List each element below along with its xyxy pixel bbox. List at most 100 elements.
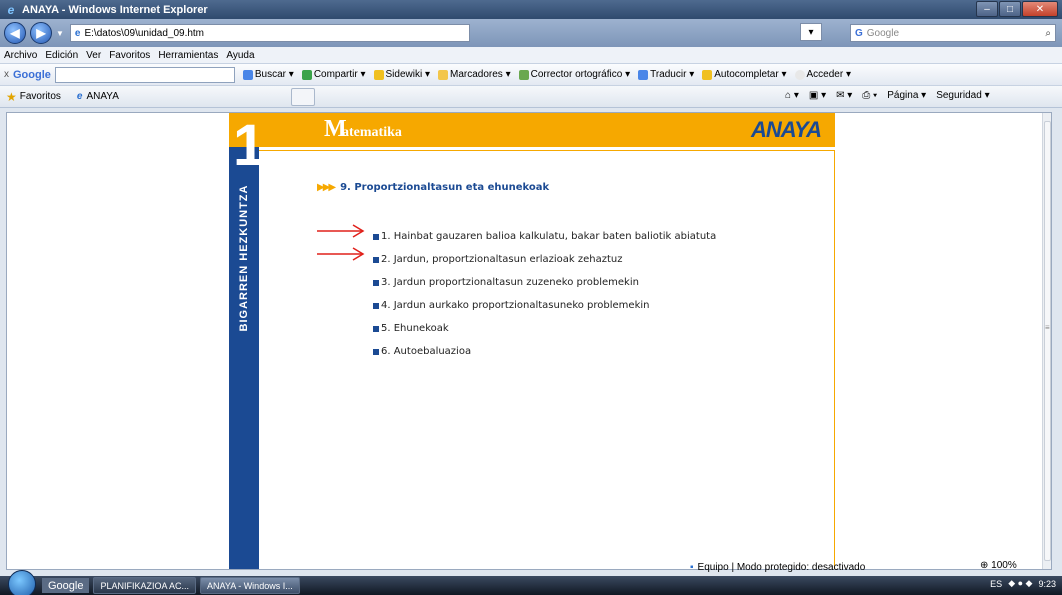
taskbar: Google PLANIFIKAZIOA AC... ANAYA - Windo… [0,570,1062,595]
google-search-icon: G [855,27,863,39]
star-icon [438,69,448,80]
menu-ver[interactable]: Ver [86,50,101,61]
lesson-link[interactable]: 6. Autoebaluazioa [373,340,716,363]
toolbar-autocompletar[interactable]: Autocompletar ▾ [702,69,787,80]
favorites-bar: ★ Favoritos e ANAYA ⌂ ▾ ▣ ▾ ✉ ▾ ⎙ ▾ Pági… [0,86,1062,108]
lesson-label: 2. Jardun, proportzionaltasun erlazioak … [381,254,623,265]
language-indicator[interactable]: ES [990,579,1002,589]
lesson-list: 1. Hainbat gauzaren balioa kalkulatu, ba… [373,225,716,363]
computer-icon: ▪ [690,562,694,573]
bullet-icon [373,325,379,332]
toolbar-acceder[interactable]: Acceder ▾ [794,69,851,80]
address-bar[interactable]: e E:\datos\09\unidad_09.htm [69,24,470,42]
signin-icon [794,69,805,80]
bullet-icon [373,256,379,263]
taskbar-item-anaya[interactable]: ANAYA - Windows I... [200,577,300,594]
menu-herramientas[interactable]: Herramientas [158,50,218,61]
lesson-link[interactable]: 1. Hainbat gauzaren balioa kalkulatu, ba… [373,225,716,248]
tab-anaya[interactable]: e ANAYA [77,91,119,102]
maximize-button[interactable]: □ [999,1,1021,17]
bullet-icon [373,302,379,309]
tab-page-icon: e [76,91,83,102]
google-label: Google [13,68,51,81]
menu-ayuda[interactable]: Ayuda [226,50,254,61]
toolbar-acceder-label: Acceder ▾ [806,69,851,80]
toolbar-sidewiki-label: Sidewiki ▾ [385,69,430,80]
address-url: E:\datos\09\unidad_09.htm [84,27,205,39]
search-input[interactable]: G Google ⌕ [850,24,1056,42]
toolbar-compartir-label: Compartir ▾ [313,69,366,80]
taskbar-item-planifikazioa[interactable]: PLANIFIKAZIOA AC... [93,577,197,594]
clock[interactable]: 9:23 [1038,579,1056,589]
address-dropdown-icon[interactable]: ▾ [800,23,822,41]
toolbar-close-icon[interactable]: x [4,69,9,80]
translate-icon [638,69,649,80]
start-button[interactable] [0,570,36,595]
back-button[interactable]: ◀ [4,22,26,44]
vertical-scrollbar[interactable]: ≡ [1042,113,1051,569]
system-tray: ES ◆ ● ◆ 9:23 [990,578,1056,589]
lesson-link[interactable]: 2. Jardun, proportzionaltasun erlazioak … [373,248,716,271]
bullet-icon [373,348,379,355]
spine-text: BIGARREN HEZKUNTZA [231,168,257,348]
google-deskbar[interactable]: Google [42,578,90,593]
history-dropdown-icon[interactable]: ▼ [56,29,64,38]
triple-arrow-icon: ▶▶▶ [317,182,336,193]
title-bar: e ANAYA - Windows Internet Explorer – □ … [0,0,1062,19]
window-title: ANAYA - Windows Internet Explorer [22,3,208,16]
feeds-icon[interactable]: ▣ ▾ [809,90,826,101]
anaya-page: 1 BIGARREN HEZKUNTZA M atematika ANAYA ▶… [229,113,835,569]
zone-label: Equipo | Modo protegido: desactivado [697,562,866,573]
window-controls: – □ ✕ [976,1,1058,17]
toolbar-marcadores-label: Marcadores ▾ [450,69,511,80]
lesson-link[interactable]: 5. Ehunekoak [373,317,716,340]
menu-bar: Archivo Edición Ver Favoritos Herramient… [0,47,1062,64]
print-icon[interactable]: ⎙ ▾ [862,90,877,101]
red-arrow-icon [317,224,365,238]
toolbar-traducir-label: Traducir ▾ [650,69,695,80]
favorites-star-icon[interactable]: ★ [6,90,17,104]
close-button[interactable]: ✕ [1022,1,1058,17]
forward-button[interactable]: ▶ [30,22,52,44]
search-icon [242,69,253,80]
menu-archivo[interactable]: Archivo [4,50,37,61]
command-bar: ⌂ ▾ ▣ ▾ ✉ ▾ ⎙ ▾ Página ▾ Seguridad ▾ [785,90,990,101]
tray-icons[interactable]: ◆ ● ◆ [1008,578,1032,589]
toolbar-marcadores[interactable]: Marcadores ▾ [438,69,511,80]
page-icon: e [74,27,81,39]
toolbar-corrector[interactable]: Corrector ortográfico ▾ [518,69,630,80]
spine-label: BIGARREN HEZKUNTZA [238,184,250,332]
toolbar-buscar-label: Buscar ▾ [254,69,294,80]
section-title: 9. Proportzionaltasun eta ehunekoak [340,182,550,193]
menu-favoritos[interactable]: Favoritos [109,50,150,61]
page-header: M atematika ANAYA [259,113,835,147]
zoom-control[interactable]: ⊕ 100% [980,560,1017,571]
lesson-link[interactable]: 3. Jardun proportzionaltasun zuzeneko pr… [373,271,716,294]
search-go-icon[interactable]: ⌕ [1045,28,1051,39]
minimize-button[interactable]: – [976,1,998,17]
toolbar-traducir[interactable]: Traducir ▾ [638,69,694,80]
section-heading: ▶▶▶ 9. Proportzionaltasun eta ehunekoak [317,182,549,193]
lesson-label: 6. Autoebaluazioa [381,346,472,357]
menu-edicion[interactable]: Edición [45,50,78,61]
right-border [834,150,835,569]
zoom-level: 100% [991,560,1017,571]
favorites-button[interactable]: Favoritos [20,91,61,102]
mail-icon[interactable]: ✉ ▾ [836,90,852,101]
google-search-field[interactable] [54,66,235,83]
toolbar-compartir[interactable]: Compartir ▾ [301,69,366,80]
lesson-label: 3. Jardun proportzionaltasun zuzeneko pr… [381,277,639,288]
bullet-icon [373,279,379,286]
search-placeholder: Google [866,27,900,39]
toolbar-sidewiki[interactable]: Sidewiki ▾ [373,69,430,80]
home-icon[interactable]: ⌂ ▾ [785,90,799,101]
page-menu[interactable]: Página ▾ [887,90,926,101]
security-menu[interactable]: Seguridad ▾ [936,90,989,101]
header-title: atematika [342,125,402,140]
security-zone[interactable]: ▪ Equipo | Modo protegido: desactivado [690,560,865,575]
toolbar-buscar[interactable]: Buscar ▾ [242,69,294,80]
tab-anaya-label: ANAYA [86,91,119,102]
scrollbar-thumb[interactable] [1044,121,1051,561]
new-tab-button[interactable] [290,87,315,106]
lesson-link[interactable]: 4. Jardun aurkako proportzionaltasuneko … [373,294,716,317]
